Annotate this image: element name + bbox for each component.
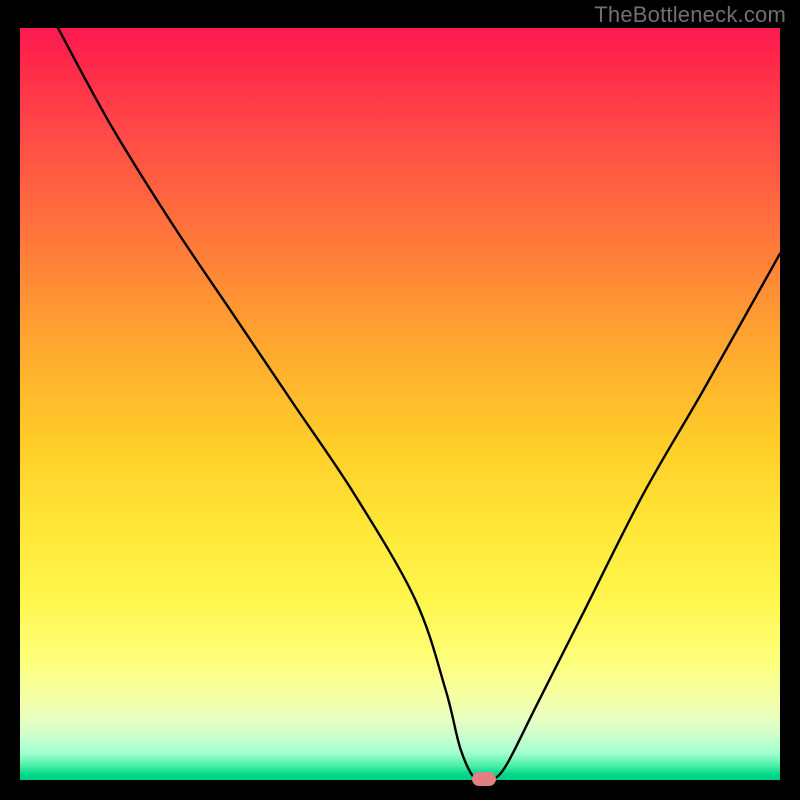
chart-frame: TheBottleneck.com — [0, 0, 800, 800]
bottleneck-curve — [20, 28, 780, 780]
plot-area — [20, 28, 780, 780]
minimum-marker — [472, 772, 496, 786]
watermark-label: TheBottleneck.com — [594, 2, 786, 28]
